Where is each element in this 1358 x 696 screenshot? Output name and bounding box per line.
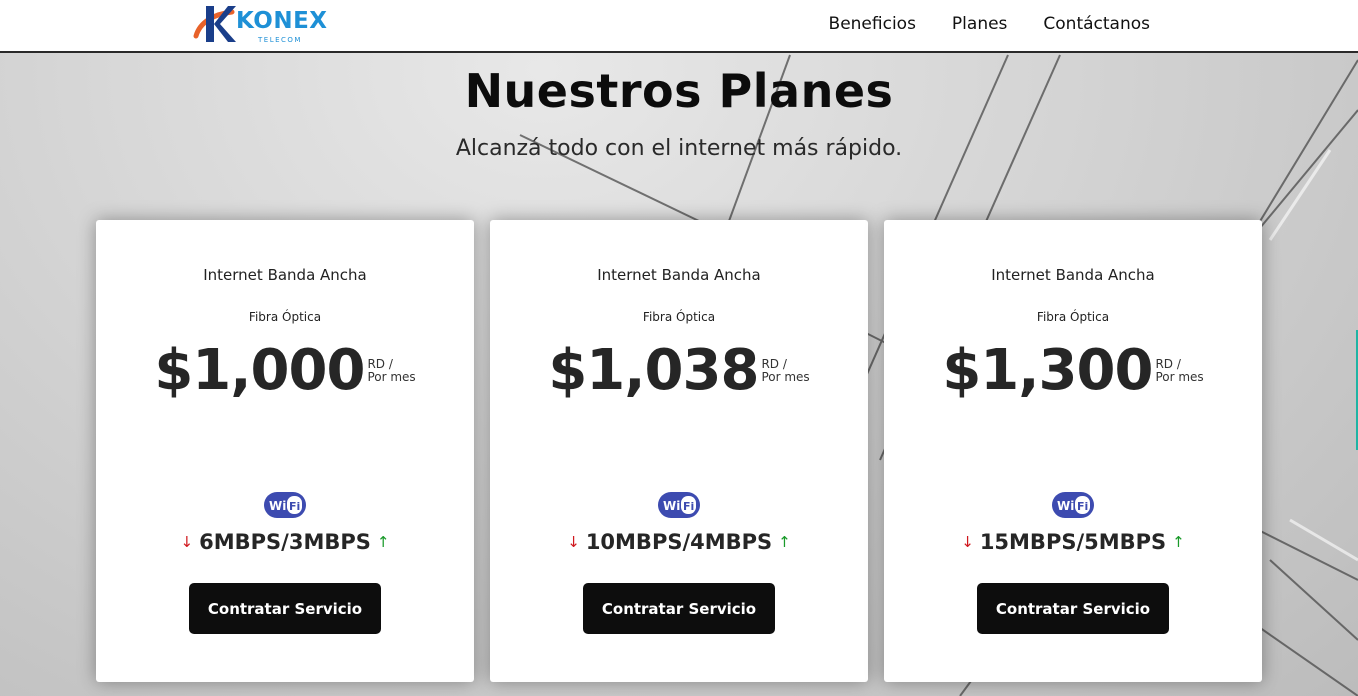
svg-text:Wi: Wi xyxy=(663,499,680,513)
plan-speed: 6MBPS/3MBPS xyxy=(199,530,371,554)
logo-wordmark: KONEX xyxy=(236,8,328,34)
nav-link-planes[interactable]: Planes xyxy=(952,14,1007,34)
plan-type: Fibra Óptica xyxy=(248,310,322,324)
upload-arrow-icon: ↑ xyxy=(1172,533,1185,551)
price-row: $1,300 RD / Por mes xyxy=(884,338,1262,404)
page-title: Nuestros Planes xyxy=(464,64,894,118)
logo-subtext: TELECOM xyxy=(258,36,302,44)
plan-card: Internet Banda Ancha Fibra Óptica $1,038… xyxy=(490,220,868,682)
konex-logo[interactable]: KONEX TELECOM xyxy=(192,2,342,48)
plan-price: $1,300 xyxy=(942,338,1153,403)
plan-type: Fibra Óptica xyxy=(1036,310,1110,324)
speed-row: ↓ 15MBPS/5MBPS ↑ xyxy=(884,530,1262,554)
price-row: $1,038 RD / Por mes xyxy=(490,338,868,404)
contratar-servicio-button[interactable]: Contratar Servicio xyxy=(189,583,381,634)
download-arrow-icon: ↓ xyxy=(180,533,194,551)
speed-row: ↓ 10MBPS/4MBPS ↑ xyxy=(490,530,868,554)
price-period: Por mes xyxy=(367,370,416,384)
konex-k-icon xyxy=(193,6,236,42)
plan-title: Internet Banda Ancha xyxy=(203,266,367,284)
price-unit: RD / Por mes xyxy=(1155,358,1203,384)
svg-text:Fi: Fi xyxy=(1077,500,1088,513)
price-currency: RD / xyxy=(367,357,393,371)
speed-row: ↓ 6MBPS/3MBPS ↑ xyxy=(96,530,474,554)
plan-price: $1,000 xyxy=(154,338,365,403)
wifi-icon: Wi Fi xyxy=(1052,492,1094,518)
plans-grid: Internet Banda Ancha Fibra Óptica $1,000… xyxy=(96,220,1262,682)
price-currency: RD / xyxy=(1155,357,1181,371)
contratar-servicio-button[interactable]: Contratar Servicio xyxy=(583,583,775,634)
main-nav: Beneficios Planes Contáctanos xyxy=(829,14,1150,34)
svg-text:Wi: Wi xyxy=(1057,499,1074,513)
download-arrow-icon: ↓ xyxy=(961,533,974,551)
wifi-icon: Wi Fi xyxy=(658,492,700,518)
contratar-servicio-button[interactable]: Contratar Servicio xyxy=(977,583,1169,634)
plan-price: $1,038 xyxy=(548,338,759,403)
plan-card: Internet Banda Ancha Fibra Óptica $1,300… xyxy=(884,220,1262,682)
price-unit: RD / Por mes xyxy=(367,358,415,384)
svg-text:Fi: Fi xyxy=(683,500,694,513)
nav-link-beneficios[interactable]: Beneficios xyxy=(829,14,916,34)
plan-speed: 10MBPS/4MBPS xyxy=(585,530,773,554)
upload-arrow-icon: ↑ xyxy=(376,533,390,551)
nav-link-contactanos[interactable]: Contáctanos xyxy=(1043,14,1150,34)
plan-title: Internet Banda Ancha xyxy=(597,266,761,284)
download-arrow-icon: ↓ xyxy=(567,533,580,551)
wifi-icon: Wi Fi xyxy=(264,492,306,518)
price-currency: RD / xyxy=(761,357,787,371)
price-row: $1,000 RD / Por mes xyxy=(96,338,474,404)
plan-speed: 15MBPS/5MBPS xyxy=(979,530,1167,554)
svg-text:Wi: Wi xyxy=(269,499,286,513)
page-subtitle: Alcanzá todo con el internet más rápido. xyxy=(455,136,903,161)
plan-title: Internet Banda Ancha xyxy=(991,266,1155,284)
plan-type: Fibra Óptica xyxy=(642,310,716,324)
price-period: Por mes xyxy=(1155,370,1204,384)
svg-text:Fi: Fi xyxy=(289,500,300,513)
price-period: Por mes xyxy=(761,370,810,384)
top-navbar: KONEX TELECOM Beneficios Planes Contácta… xyxy=(0,0,1358,53)
price-unit: RD / Por mes xyxy=(761,358,809,384)
upload-arrow-icon: ↑ xyxy=(778,533,791,551)
plan-card: Internet Banda Ancha Fibra Óptica $1,000… xyxy=(96,220,474,682)
